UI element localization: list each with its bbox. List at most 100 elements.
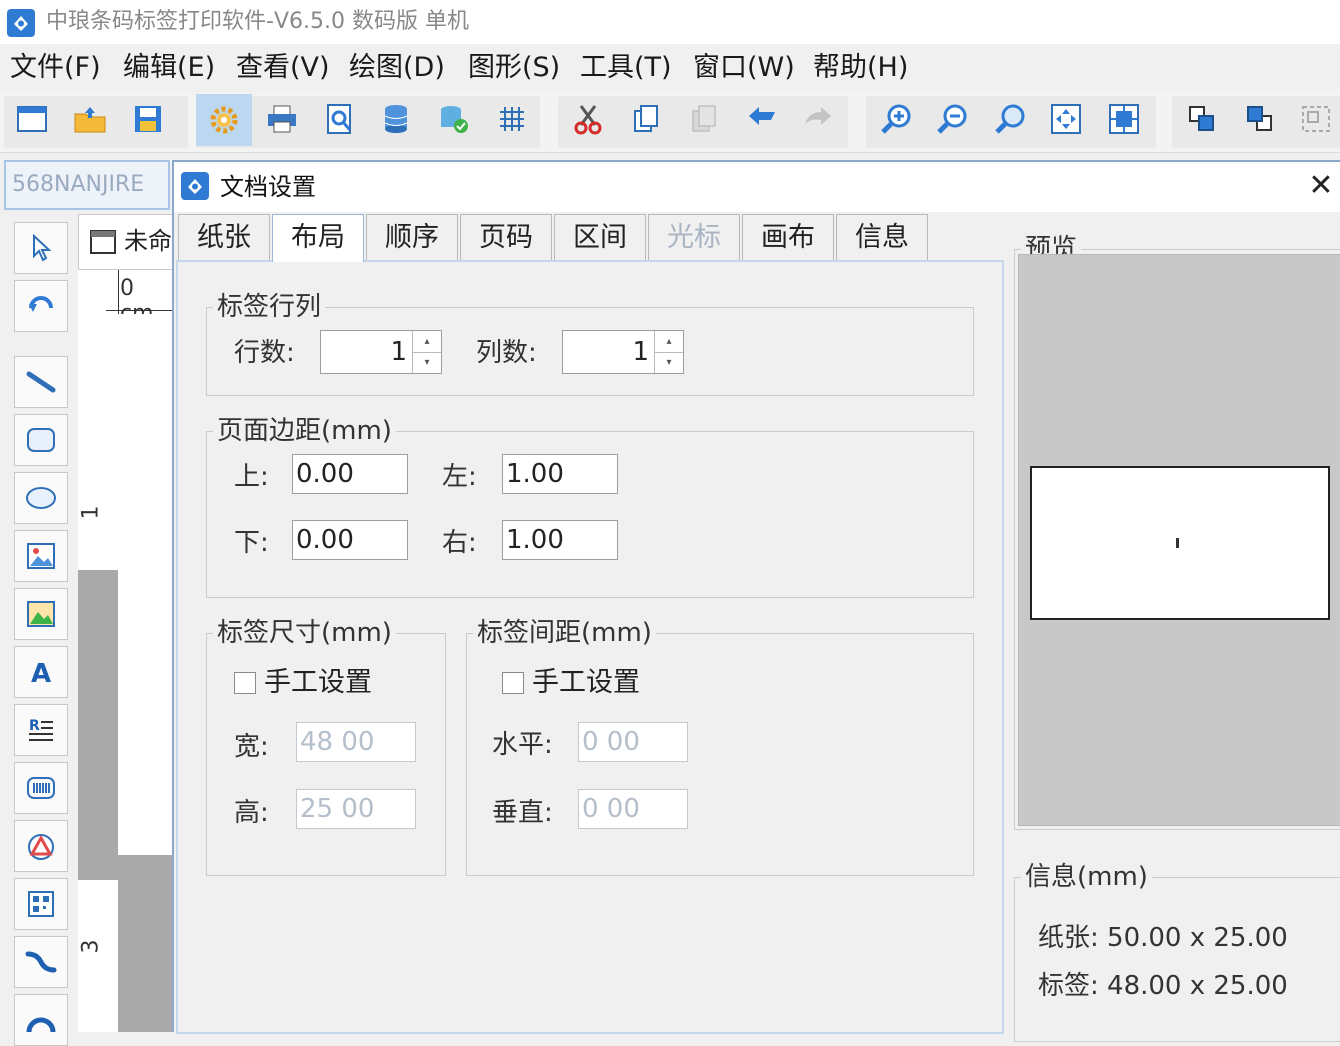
label-width-input: 48 00 bbox=[296, 722, 416, 762]
cols-stepper[interactable]: 1 ▴ ▾ bbox=[562, 330, 684, 374]
menu-tools[interactable]: 工具(T) bbox=[580, 50, 672, 86]
tab-paper[interactable]: 纸张 bbox=[178, 214, 270, 260]
menu-edit[interactable]: 编辑(E) bbox=[123, 50, 215, 86]
grid-icon[interactable] bbox=[492, 99, 532, 139]
line-tool[interactable] bbox=[14, 356, 68, 408]
page-margins-legend: 页面边距(mm) bbox=[217, 416, 392, 446]
rows-decrement-button[interactable]: ▾ bbox=[413, 352, 441, 373]
horizontal-ruler: 0 cm bbox=[78, 270, 174, 326]
tab-page-number[interactable]: 页码 bbox=[460, 214, 552, 260]
arc-tool[interactable] bbox=[14, 994, 68, 1046]
barcode-search-input[interactable]: 568NANJIRE bbox=[4, 160, 170, 210]
curve-tool[interactable] bbox=[14, 936, 68, 988]
info-label-row: 标签: 48.00 x 25.00 bbox=[1038, 968, 1288, 1004]
menu-draw[interactable]: 绘图(D) bbox=[349, 50, 445, 86]
menu-shape[interactable]: 图形(S) bbox=[468, 50, 560, 86]
pointer-tool[interactable] bbox=[14, 222, 68, 274]
svg-text:R: R bbox=[29, 718, 40, 734]
label-size-manual-checkbox[interactable]: 手工设置 bbox=[234, 666, 372, 700]
fit-page-icon[interactable] bbox=[1046, 99, 1086, 139]
rows-value: 1 bbox=[390, 337, 407, 367]
zoom-actual-icon[interactable] bbox=[990, 99, 1030, 139]
info-paper-label: 纸张: bbox=[1038, 923, 1099, 953]
gap-vertical-label: 垂直: bbox=[492, 798, 553, 828]
text-a-icon: A bbox=[31, 659, 51, 686]
picture-tool[interactable] bbox=[14, 588, 68, 640]
canvas-margin-area-lower bbox=[118, 855, 174, 1032]
send-backward-icon[interactable] bbox=[1240, 99, 1280, 139]
redo-icon[interactable] bbox=[798, 99, 838, 139]
rows-stepper[interactable]: 1 ▴ ▾ bbox=[320, 330, 442, 374]
save-icon[interactable] bbox=[128, 99, 168, 139]
copy-icon[interactable] bbox=[626, 99, 666, 139]
margin-bottom-label: 下: bbox=[234, 528, 269, 558]
qrcode-tool[interactable] bbox=[14, 878, 68, 930]
label-gap-legend: 标签间距(mm) bbox=[477, 618, 652, 648]
preview-center-mark bbox=[1176, 538, 1179, 548]
print-icon[interactable] bbox=[262, 99, 302, 139]
checkbox-box[interactable] bbox=[502, 672, 524, 694]
triangle-shape-icon bbox=[28, 834, 54, 860]
zoom-out-icon[interactable] bbox=[932, 99, 972, 139]
margin-top-label: 上: bbox=[234, 462, 269, 492]
curve-icon bbox=[25, 951, 57, 973]
paste-icon[interactable] bbox=[684, 99, 724, 139]
dialog-title-bar: 文档设置 ✕ bbox=[174, 162, 1340, 212]
barcode-icon bbox=[27, 777, 55, 799]
rows-label: 行数: bbox=[234, 338, 295, 368]
open-folder-icon[interactable] bbox=[70, 99, 110, 139]
tab-layout[interactable]: 布局 bbox=[272, 214, 364, 262]
margin-top-input[interactable]: 0.00 bbox=[292, 454, 408, 494]
margin-right-input[interactable]: 1.00 bbox=[502, 520, 618, 560]
checkbox-box[interactable] bbox=[234, 672, 256, 694]
undo-icon[interactable] bbox=[742, 99, 782, 139]
label-gap-manual-checkbox[interactable]: 手工设置 bbox=[502, 666, 640, 700]
tab-info[interactable]: 信息 bbox=[836, 214, 928, 260]
document-settings-dialog: 文档设置 ✕ 纸张 布局 顺序 页码 区间 光标 画布 信息 标签行列 行数: … bbox=[172, 160, 1340, 1042]
shape-tool[interactable] bbox=[14, 820, 68, 872]
image-icon bbox=[27, 543, 55, 569]
margin-left-label: 左: bbox=[442, 462, 477, 492]
database-icon[interactable] bbox=[376, 99, 416, 139]
image-tool[interactable] bbox=[14, 530, 68, 582]
menu-view[interactable]: 查看(V) bbox=[236, 50, 330, 86]
database-connect-icon[interactable] bbox=[434, 99, 474, 139]
new-window-icon[interactable] bbox=[12, 99, 52, 139]
layout-tab-panel: 标签行列 行数: 1 ▴ ▾ 列数: 1 ▴ ▾ 页面边距(mm) 上: 0.0… bbox=[176, 260, 1004, 1034]
cols-value: 1 bbox=[632, 337, 649, 367]
close-icon[interactable]: ✕ bbox=[1304, 170, 1338, 204]
rounded-rect-tool[interactable] bbox=[14, 414, 68, 466]
info-paper-value: 50.00 x 25.00 bbox=[1107, 923, 1288, 953]
menu-window[interactable]: 窗口(W) bbox=[693, 50, 795, 86]
menu-bar: 文件(F) 编辑(E) 查看(V) 绘图(D) 图形(S) 工具(T) 窗口(W… bbox=[0, 44, 1340, 92]
tab-order[interactable]: 顺序 bbox=[366, 214, 458, 260]
fit-width-icon[interactable] bbox=[1104, 99, 1144, 139]
cols-label: 列数: bbox=[476, 338, 537, 368]
zoom-in-icon[interactable] bbox=[876, 99, 916, 139]
qrcode-icon bbox=[28, 891, 54, 917]
menu-help[interactable]: 帮助(H) bbox=[813, 50, 908, 86]
margin-bottom-input[interactable]: 0.00 bbox=[292, 520, 408, 560]
toolbar bbox=[0, 92, 1340, 153]
cols-increment-button[interactable]: ▴ bbox=[655, 331, 683, 353]
rows-increment-button[interactable]: ▴ bbox=[413, 331, 441, 353]
ellipse-tool[interactable] bbox=[14, 472, 68, 524]
print-preview-icon[interactable] bbox=[320, 99, 360, 139]
margin-left-input[interactable]: 1.00 bbox=[502, 454, 618, 494]
rich-text-icon: R bbox=[29, 718, 53, 741]
info-legend: 信息(mm) bbox=[1025, 862, 1148, 892]
cols-decrement-button[interactable]: ▾ bbox=[655, 352, 683, 373]
barcode-tool[interactable] bbox=[14, 762, 68, 814]
tab-range[interactable]: 区间 bbox=[554, 214, 646, 260]
settings-gear-icon[interactable] bbox=[196, 94, 252, 146]
group-icon[interactable] bbox=[1296, 99, 1336, 139]
menu-file[interactable]: 文件(F) bbox=[10, 50, 101, 86]
tab-canvas[interactable]: 画布 bbox=[742, 214, 834, 260]
app-logo-icon bbox=[6, 8, 36, 38]
arc-icon bbox=[26, 1017, 56, 1033]
bring-forward-icon[interactable] bbox=[1182, 99, 1222, 139]
rotate-tool[interactable] bbox=[14, 280, 68, 332]
rich-text-tool[interactable]: R bbox=[14, 704, 68, 756]
cut-icon[interactable] bbox=[568, 99, 608, 139]
text-tool[interactable]: A bbox=[14, 646, 68, 698]
